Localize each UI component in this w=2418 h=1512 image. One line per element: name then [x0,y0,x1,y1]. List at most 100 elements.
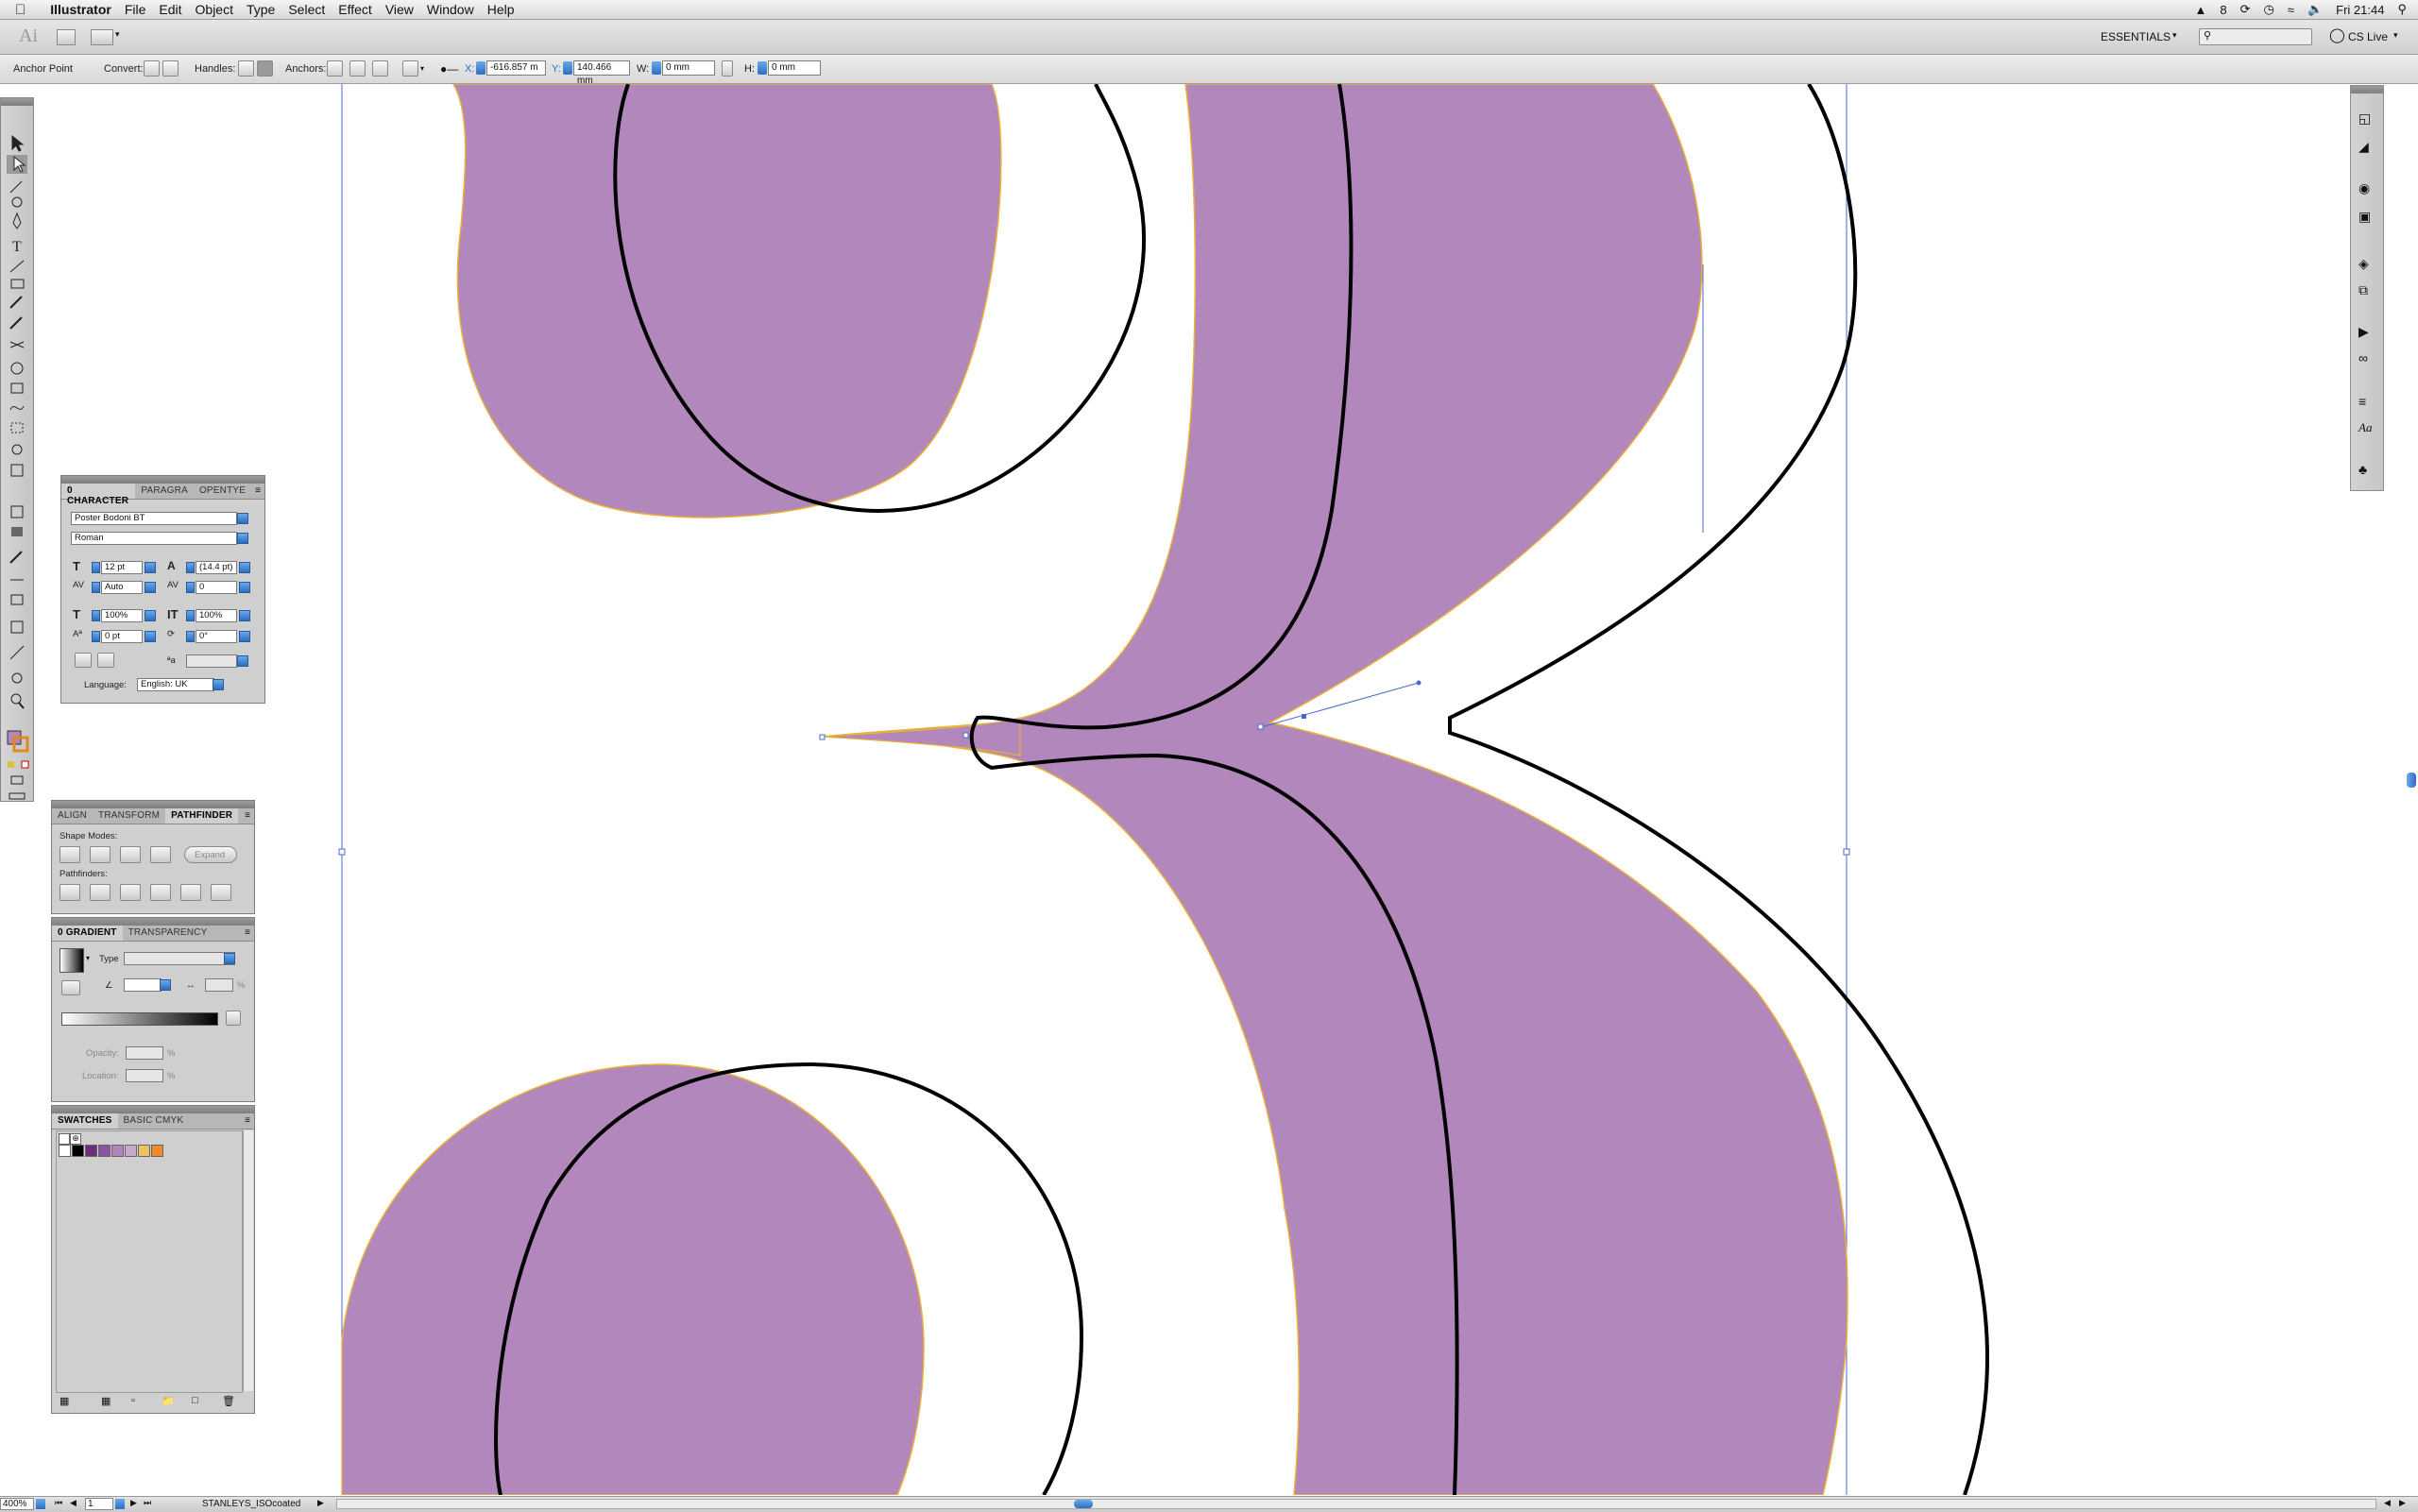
menu-view[interactable]: View [385,2,414,17]
panel-menu-icon[interactable]: ≡ [251,484,264,499]
tracking-dropdown[interactable] [239,582,250,593]
kerning-dropdown[interactable] [145,582,156,593]
h-stepper[interactable] [758,61,767,75]
gradient-type-field[interactable] [124,952,235,965]
tab-paragraph[interactable]: PARAGRA [135,484,194,499]
panel-header[interactable] [52,801,254,808]
rotation-stepper[interactable] [186,631,195,642]
color-swatch[interactable] [111,1145,124,1157]
stroke-icon[interactable]: ≡ [2358,394,2377,411]
menu-window[interactable]: Window [427,2,474,17]
bridge-button[interactable] [57,29,76,45]
panel-menu-icon[interactable]: ≡ [241,1113,254,1129]
show-handles-button[interactable] [238,60,254,76]
scroll-left-icon[interactable]: ◀ [2384,1498,2391,1508]
font-size-dropdown[interactable] [145,562,156,573]
font-size-field[interactable]: 12 pt [101,561,143,574]
layers-icon[interactable]: ◈ [2358,256,2377,273]
location-field[interactable] [126,1069,163,1082]
color-swatch[interactable] [85,1145,97,1157]
panel-menu-icon[interactable]: ≡ [241,926,254,941]
first-artboard-icon[interactable]: ⏮ [55,1498,62,1508]
horizontal-scale-dropdown[interactable] [145,610,156,621]
cut-path-button[interactable] [372,60,388,76]
tracking-field[interactable]: 0 [196,581,237,594]
horizontal-scrollbar[interactable] [336,1499,2376,1509]
anti-aliasing-field[interactable] [186,654,237,668]
arrange-documents-button[interactable] [91,29,113,45]
color-swatch[interactable] [125,1145,137,1157]
symbols-icon[interactable]: ♣ [2358,462,2377,479]
convert-to-corner-button[interactable] [144,60,160,76]
hide-handles-button[interactable] [257,60,273,76]
delete-swatch-icon[interactable]: 🗑 [222,1395,235,1407]
menu-object[interactable]: Object [196,2,233,17]
gradient-swatch[interactable] [60,948,84,973]
gradient-slider[interactable] [61,1012,218,1026]
strikethrough-button[interactable] [97,653,114,668]
chevron-down-icon[interactable]: ▾ [2172,30,2177,41]
color-swatch[interactable] [138,1145,150,1157]
previous-artboard-icon[interactable]: ◀ [70,1498,77,1508]
color-guide-icon[interactable]: ◱ [2358,110,2377,127]
tab-gradient[interactable]: 0 GRADIENT [52,926,123,941]
links-icon[interactable]: ∞ [2358,350,2377,367]
exclude-button[interactable] [150,846,171,863]
language-field[interactable]: English: UK [137,678,214,691]
panel-menu-icon[interactable]: ≡ [241,808,254,824]
merge-button[interactable] [120,884,141,901]
convert-to-smooth-button[interactable] [162,60,179,76]
aspect-ratio-field[interactable] [205,978,233,992]
leading-field[interactable]: (14.4 pt) [196,561,237,574]
menu-type[interactable]: Type [247,2,275,17]
tab-align[interactable]: ALIGN [52,808,93,824]
status-menu-icon[interactable]: ▶ [317,1498,324,1508]
vertical-scale-field[interactable]: 100% [196,609,237,622]
artboards-icon[interactable]: ⧉ [2358,282,2377,299]
reference-point-icon[interactable]: ●— [440,62,458,76]
tab-character[interactable]: 0 CHARACTER [61,484,136,506]
leading-dropdown[interactable] [239,562,250,573]
color-swatch[interactable] [59,1145,71,1157]
workspace-switcher[interactable]: ESSENTIALS [2101,30,2171,43]
sync-icon[interactable]: ⟳ [2240,2,2251,17]
minus-front-button[interactable] [90,846,111,863]
font-style-dropdown[interactable] [237,533,248,544]
chevron-down-icon[interactable]: ▾ [86,954,90,962]
color-icon[interactable]: ◢ [2358,139,2377,156]
color-swatch[interactable] [151,1145,163,1157]
graphic-styles-icon[interactable]: ▣ [2358,209,2377,226]
baseline-shift-field[interactable]: 0 pt [101,630,143,643]
actions-icon[interactable]: ▶ [2358,324,2377,341]
isolate-object-button[interactable] [402,60,418,76]
color-swatch[interactable] [72,1145,84,1157]
minus-back-button[interactable] [211,884,231,901]
zoom-field[interactable]: 400% [0,1498,34,1510]
tab-pathfinder[interactable]: PATHFINDER [165,808,239,824]
volume-icon[interactable]: 🔈 [2307,2,2323,17]
panel-header[interactable] [52,1106,254,1113]
character-styles-icon[interactable]: Aa [2358,420,2377,437]
apple-menu-icon[interactable]:  [15,2,26,18]
angle-dropdown[interactable] [160,979,171,991]
font-size-stepper[interactable] [92,562,100,573]
language-dropdown[interactable] [213,679,224,690]
next-artboard-icon[interactable]: ▶ [130,1498,137,1508]
chevron-down-icon[interactable]: ▾ [420,64,424,73]
w-field[interactable]: 0 mm [662,60,715,76]
divide-button[interactable] [60,884,80,901]
x-field[interactable]: -616.857 m [486,60,546,76]
h-field[interactable]: 0 mm [768,60,821,76]
clock-icon[interactable]: ◷ [2263,2,2273,17]
menu-help[interactable]: Help [487,2,515,17]
font-family-dropdown[interactable] [237,513,248,524]
constrain-proportions-button[interactable] [722,60,733,76]
connect-anchors-button[interactable] [349,60,366,76]
y-field[interactable]: 140.466 mm [573,60,630,86]
tab-basic-cmyk[interactable]: BASIC CMYK [118,1113,190,1129]
adobe-status-icon[interactable]: ▲ [2194,3,2206,17]
spotlight-search-icon[interactable]: ⚲ [2397,2,2407,17]
tool-icons[interactable]: T [1,111,33,801]
x-stepper[interactable] [476,61,485,75]
anti-aliasing-dropdown[interactable] [237,655,248,667]
